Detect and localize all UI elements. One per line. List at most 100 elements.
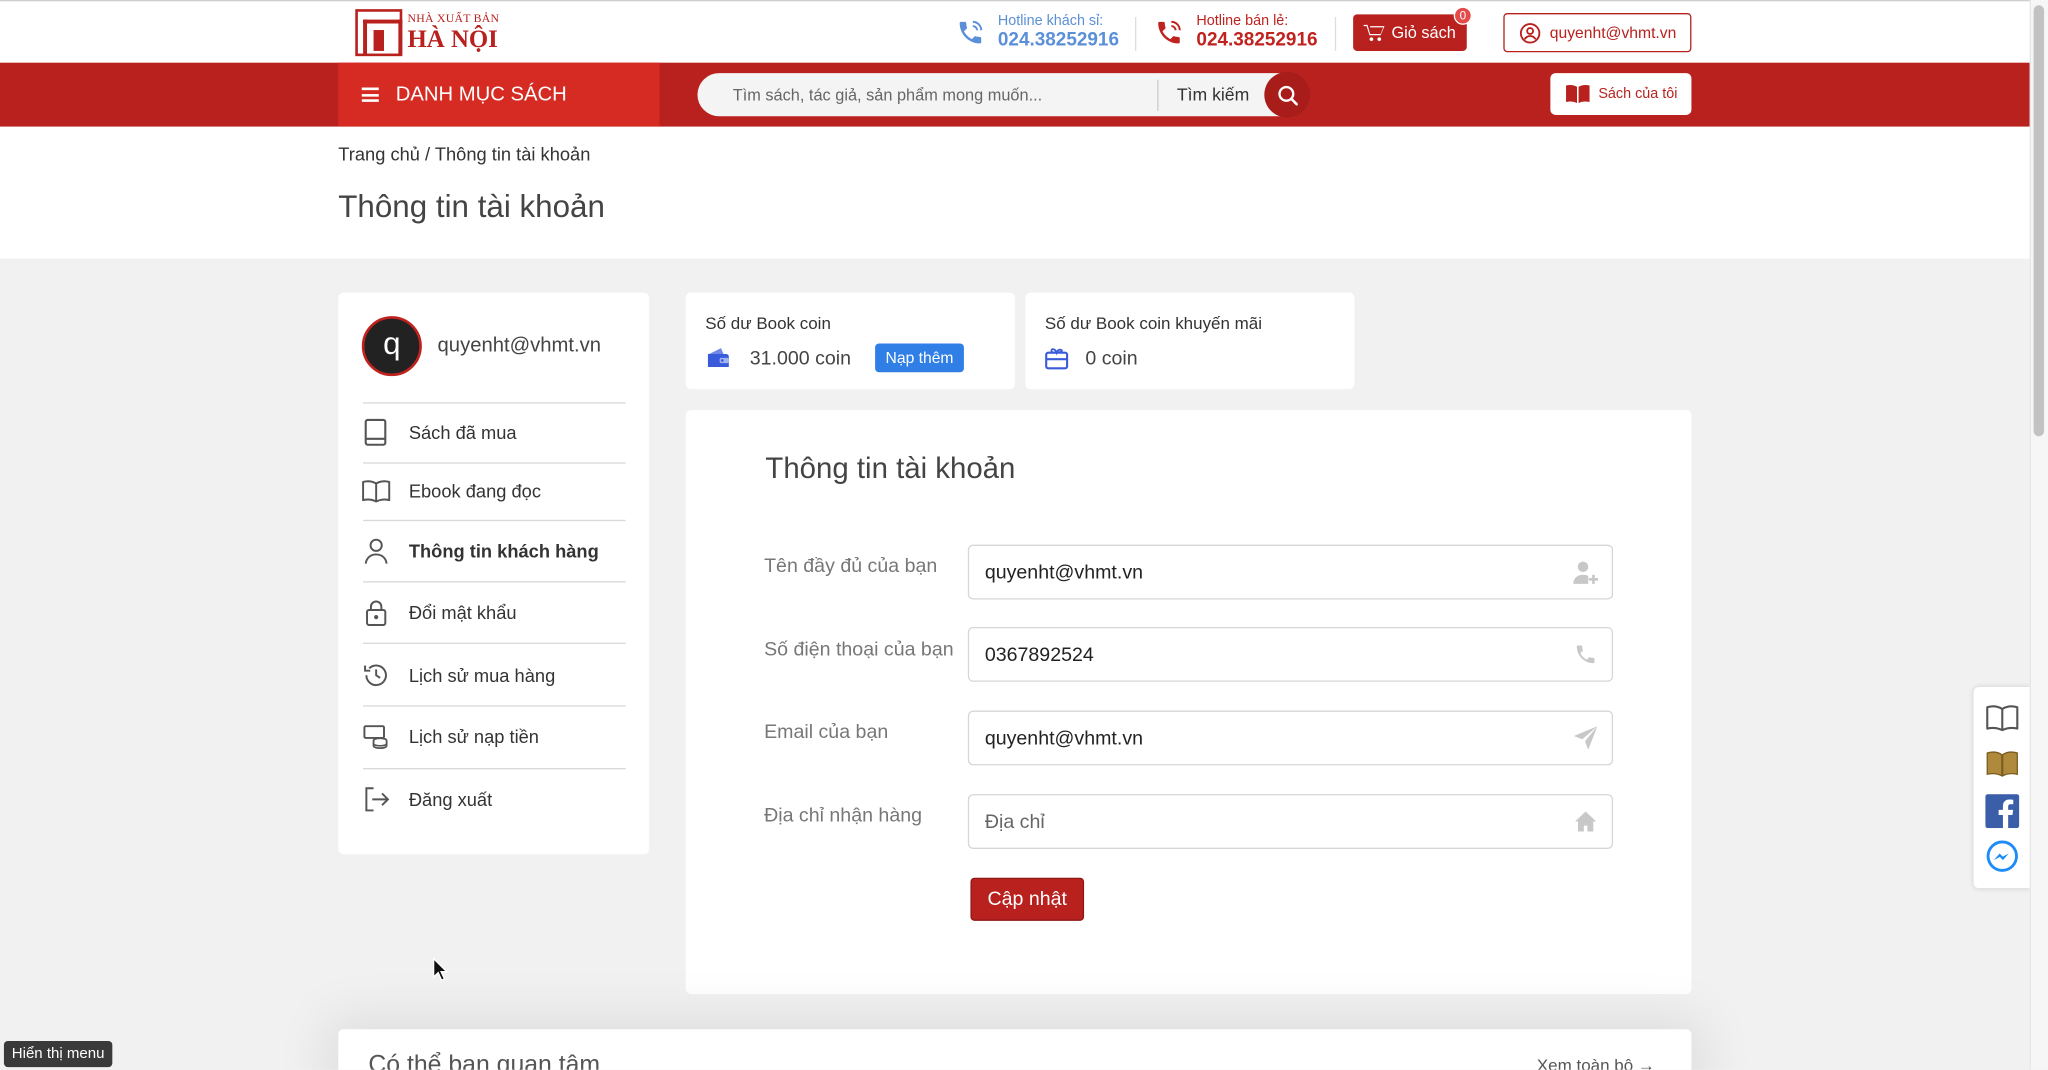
cart-button[interactable]: Giỏ sách 0 (1353, 6, 1472, 51)
hotline-retail-label: Hotline bán lẻ: (1196, 12, 1289, 29)
account-sidebar: q quyenht@vhmt.vn Sách đã mua Ebook đang… (338, 292, 650, 855)
divider (1334, 16, 1337, 51)
messenger-icon[interactable] (1983, 839, 2020, 876)
facebook-icon[interactable] (1983, 792, 2020, 829)
cart-label: Giỏ sách (1391, 23, 1456, 42)
account-button[interactable]: quyenht@vhmt.vn (1503, 13, 1692, 53)
form-title: Thông tin tài khoản (765, 451, 1016, 485)
hotline-retail[interactable]: Hotline bán lẻ: 024.38252916 (1155, 9, 1318, 56)
sidebar-item-order-history[interactable]: Lịch sử mua hàng (362, 645, 626, 705)
page-header: Trang chủ / Thông tin tài khoản Thông ti… (0, 126, 2030, 259)
promo-bookcoin-card: Số dư Book coin khuyến mãi 0 coin (1025, 292, 1355, 390)
hotline-retail-number: 024.38252916 (1196, 29, 1318, 51)
sidebar-item-logout[interactable]: Đăng xuất (362, 769, 626, 829)
sidebar-item-label: Đổi mật khẩu (408, 602, 517, 624)
hotline-wholesale[interactable]: Hotline khách sỉ: 024.38252916 (956, 9, 1119, 56)
mouse-cursor-icon (432, 957, 448, 981)
sidebar-user-email: quyenht@vhmt.vn (437, 334, 602, 357)
recommendations-section: Có thể bạn quan tâm Xem toàn bộ → (338, 1029, 1692, 1070)
see-all-link[interactable]: Xem toàn bộ → (1537, 1055, 1655, 1069)
sidebar-item-purchased-books[interactable]: Sách đã mua (362, 402, 626, 462)
topup-button[interactable]: Nạp thêm (875, 343, 964, 373)
nav-bar: DANH MỤC SÁCH Tìm kiếm Sách của tôi (0, 62, 2030, 127)
history-icon (364, 664, 387, 687)
category-menu-label: DANH MỤC SÁCH (395, 82, 567, 106)
user-icon (364, 538, 388, 564)
floating-widgets (1973, 687, 2030, 889)
recommendations-title: Có thể bạn quan tâm (368, 1051, 601, 1070)
sidebar-item-label: Lịch sử nạp tiền (408, 726, 539, 748)
sidebar-item-topup-history[interactable]: Lịch sử nạp tiền (362, 707, 626, 767)
breadcrumb[interactable]: Trang chủ / Thông tin tài khoản (338, 144, 590, 165)
logo-mark-icon (355, 9, 403, 57)
phone-input[interactable] (969, 628, 1560, 681)
sidebar-item-label: Ebook đang đọc (408, 480, 541, 502)
account-email: quyenht@vhmt.vn (1549, 23, 1677, 42)
arrow-right-icon: → (1637, 1055, 1655, 1070)
email-label: Email của bạn (764, 720, 889, 744)
search-label[interactable]: Tìm kiếm (1159, 85, 1263, 105)
category-menu-button[interactable]: DANH MỤC SÁCH (338, 62, 660, 127)
update-button[interactable]: Cập nhật (970, 877, 1085, 921)
sidebar-item-customer-info[interactable]: Thông tin khách hàng (362, 521, 626, 581)
my-books-label: Sách của tôi (1598, 86, 1678, 102)
phone-field-wrap (967, 626, 1614, 682)
promo-bookcoin-title: Số dư Book coin khuyến mãi (1044, 313, 1263, 334)
add-user-icon (1560, 559, 1612, 585)
search-input[interactable] (697, 73, 1158, 117)
address-label: Địa chỉ nhận hàng (764, 804, 923, 827)
logo-big-text: HÀ NỘI (407, 26, 498, 54)
sidebar-item-reading-ebooks[interactable]: Ebook đang đọc (362, 461, 626, 521)
bookcoin-balance-title: Số dư Book coin (705, 313, 831, 334)
logo-small-text: NHÀ XUẤT BẢN (407, 11, 500, 25)
phone-label: Số điện thoại của bạn (764, 638, 954, 661)
home-icon (1560, 810, 1612, 834)
phone-icon (959, 20, 983, 44)
gift-card-icon (1045, 348, 1069, 370)
publisher-logo[interactable]: NHÀ XUẤT BẢN HÀ NỘI (355, 8, 501, 58)
page-scrollbar-thumb[interactable] (2033, 5, 2045, 437)
divider (363, 642, 626, 644)
lock-icon (366, 600, 387, 626)
cart-count-badge: 0 (1453, 6, 1472, 25)
search-button[interactable] (1264, 71, 1311, 118)
hotline-wholesale-label: Hotline khách sỉ: (997, 12, 1104, 29)
email-field-wrap (967, 710, 1614, 766)
open-book-icon (1565, 84, 1590, 104)
sidebar-item-label: Đăng xuất (408, 788, 493, 810)
account-info-form: Thông tin tài khoản Tên đầy đủ của bạn S… (685, 410, 1692, 994)
top-header: NHÀ XUẤT BẢN HÀ NỘI Hotline khách sỉ: 02… (0, 0, 2030, 63)
address-input[interactable] (969, 795, 1560, 848)
search-icon (1277, 85, 1298, 105)
ebook-library-icon[interactable] (1983, 746, 2020, 783)
full-name-input[interactable] (969, 545, 1560, 599)
search-box: Tìm kiếm (697, 71, 1311, 118)
cart-icon (1364, 24, 1385, 42)
avatar: q (361, 316, 422, 377)
reader-open-book-icon[interactable] (1983, 700, 2020, 737)
sidebar-item-change-password[interactable]: Đổi mật khẩu (362, 583, 626, 643)
divider (1135, 16, 1137, 51)
email-input[interactable] (969, 711, 1560, 765)
sidebar-item-label: Thông tin khách hàng (408, 540, 599, 562)
coins-icon (363, 725, 388, 750)
hamburger-icon (361, 87, 379, 102)
book-icon (364, 418, 387, 446)
bookcoin-balance-card: Số dư Book coin 31.000 coin Nạp thêm (685, 292, 1015, 390)
phone-icon (1560, 643, 1612, 667)
logout-icon (365, 787, 390, 812)
promo-bookcoin-value: 0 coin (1085, 346, 1138, 369)
full-name-field-wrap (967, 544, 1614, 600)
sidebar-item-label: Lịch sử mua hàng (408, 664, 556, 686)
phone-icon (1158, 20, 1181, 44)
page: NHÀ XUẤT BẢN HÀ NỘI Hotline khách sỉ: 02… (0, 0, 2048, 1070)
see-all-label: Xem toàn bộ (1536, 1055, 1634, 1070)
user-circle-icon (1519, 22, 1540, 43)
send-icon (1560, 725, 1612, 751)
open-book-icon (362, 480, 391, 503)
page-title: Thông tin tài khoản (338, 189, 605, 225)
my-books-button[interactable]: Sách của tôi (1550, 73, 1692, 115)
show-menu-tooltip[interactable]: Hiển thị menu (3, 1040, 113, 1068)
bookcoin-balance-value: 31.000 coin (749, 346, 852, 369)
wallet-icon (707, 348, 729, 368)
